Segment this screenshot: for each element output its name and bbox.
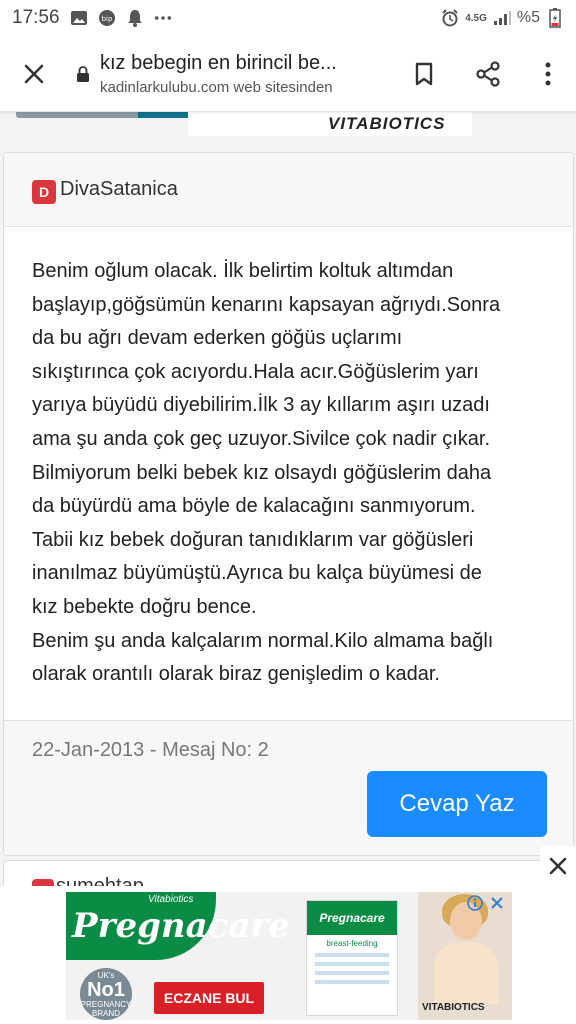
ad-close-button[interactable] [540, 846, 576, 886]
page-title: kız bebegin en birincil be... [100, 51, 337, 74]
overflow-menu-button[interactable] [520, 36, 576, 112]
top-ad-remnant: VITABIOTICS [0, 112, 576, 152]
more-notifications-icon [154, 10, 172, 26]
post-username[interactable]: sumehtap [56, 875, 144, 886]
ad-choices[interactable] [466, 894, 506, 912]
ad-info-icon[interactable] [466, 894, 484, 912]
ad-badge: UK's No1 PREGNANCY BRAND [80, 968, 132, 1020]
battery-percent: %5 [516, 9, 540, 26]
product-box-line [315, 980, 389, 984]
ad-cta-button[interactable]: ECZANE BUL [154, 982, 264, 1014]
post-header: D DivaSatanica [4, 153, 573, 227]
product-box-line [315, 962, 389, 966]
ad-dismiss-icon[interactable] [488, 894, 506, 912]
close-tab-button[interactable] [0, 36, 68, 112]
browser-toolbar: kız bebegin en birincil be... kadinlarku… [0, 36, 576, 112]
avatar [32, 879, 54, 886]
status-bar: 17:56 bip 4.5G %5 [0, 0, 576, 36]
ad-logo-word: Pregnacare [72, 906, 290, 946]
post-footer: 22-Jan-2013 - Mesaj No: 2 Cevap Yaz [4, 721, 573, 855]
signal-icon [493, 10, 511, 26]
ad-brand-text: VITABIOTICS [328, 114, 446, 133]
bip-icon: bip [98, 10, 116, 26]
notification-bell-icon [126, 10, 144, 27]
post-card: D DivaSatanica Benim oğlum olacak. İlk b… [3, 152, 574, 856]
gallery-icon [70, 10, 88, 26]
battery-icon [546, 8, 564, 28]
alarm-icon [441, 9, 459, 27]
share-button[interactable] [456, 36, 520, 112]
product-box-line [315, 971, 389, 975]
ad-creative[interactable]: Vitabiotics Pregnacare UK's No1 PREGNANC… [66, 892, 512, 1020]
post-meta: 22-Jan-2013 - Mesaj No: 2 [32, 739, 269, 761]
site-domain: kadinlarkulubu.com web sitesinden [100, 78, 333, 96]
more-vert-icon [545, 62, 551, 85]
network-type: 4.5G [465, 12, 487, 24]
page-content: VITABIOTICS D DivaSatanica Benim oğlum o… [0, 112, 576, 886]
reply-button[interactable]: Cevap Yaz [367, 771, 547, 837]
ad-banner[interactable]: Vitabiotics Pregnacare UK's No1 PREGNANC… [0, 846, 576, 1024]
badge-bottom: PREGNANCY BRAND [80, 999, 132, 1018]
badge-number: No1 [87, 978, 125, 1001]
avatar: D [32, 179, 56, 204]
status-time: 17:56 [12, 7, 60, 28]
ad-brand-text: VITABIOTICS [422, 1002, 485, 1013]
next-post-card: sumehtap [3, 860, 574, 886]
product-box-line [315, 953, 389, 957]
product-box-sub: breast-feeding [326, 939, 378, 948]
bookmark-button[interactable] [392, 36, 456, 112]
ad-image-body [434, 942, 498, 1004]
ad-image-edge-accent [138, 112, 188, 118]
product-box: Pregnacare breast-feeding [306, 900, 398, 1016]
post-body: Benim oğlum olacak. İlk belirtim koltuk … [4, 227, 573, 721]
post-text: Benim oğlum olacak. İlk belirtim koltuk … [32, 260, 501, 686]
ad-logo-tag: Vitabiotics [148, 894, 194, 905]
url-area[interactable]: kız bebegin en birincil be... kadinlarku… [100, 52, 392, 96]
product-box-title: Pregnacare [307, 901, 397, 935]
close-icon [24, 64, 44, 83]
pregnacare-logo: Vitabiotics Pregnacare [66, 892, 290, 960]
svg-text:bip: bip [101, 15, 112, 23]
close-icon [549, 857, 567, 875]
post-username[interactable]: DivaSatanica [60, 178, 178, 201]
lock-icon [76, 65, 90, 82]
bookmark-icon [415, 62, 433, 85]
share-icon [476, 60, 500, 87]
